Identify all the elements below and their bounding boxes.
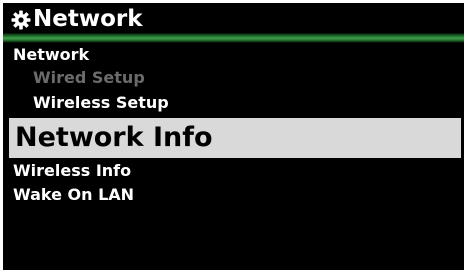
menu-item-wireless-setup[interactable]: Wireless Setup (33, 93, 464, 113)
menu-item-wireless-info[interactable]: Wireless Info (13, 161, 464, 181)
menu-item-wake-on-lan[interactable]: Wake On LAN (13, 185, 464, 205)
page-title: Network (33, 6, 143, 32)
title-bar: Network (3, 3, 464, 43)
menu-item-network-info[interactable]: Network Info (9, 118, 461, 158)
gear-icon (11, 10, 31, 30)
menu-item-wired-setup[interactable]: Wired Setup (33, 68, 464, 88)
menu-section-network[interactable]: Network (13, 45, 464, 65)
device-screen: Network Network Wired Setup Wireless Set… (3, 3, 464, 270)
